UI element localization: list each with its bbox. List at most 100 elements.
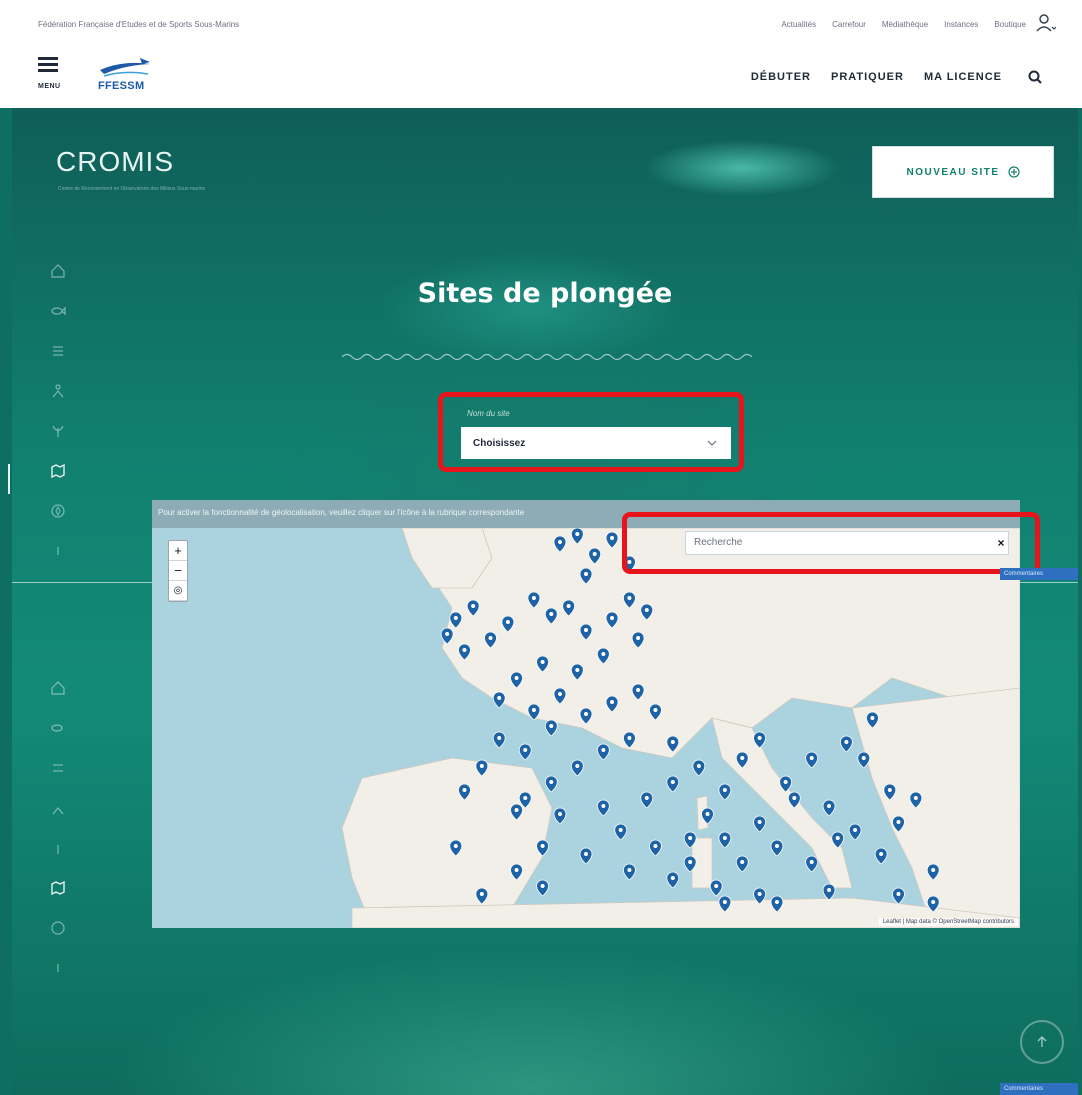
cromis-subtitle: Centre de Recensement en Observatoire de… [58,186,206,192]
diver-icon[interactable] [50,800,66,816]
site-marker-dot [514,808,519,812]
zoom-in-button[interactable]: + [169,541,187,561]
menu-bar [38,57,58,60]
wave-divider-icon [342,353,752,361]
site-marker-dot [540,844,545,848]
site-marker-dot [584,628,588,632]
new-site-label: NOUVEAU SITE [906,166,1000,178]
site-marker-dot [523,748,528,752]
zoom-out-button[interactable]: − [169,561,187,581]
site-marker-dot [575,532,580,536]
nav-debuter[interactable]: DÉBUTER [751,71,811,83]
map-search-input[interactable]: Recherche [685,531,1009,555]
hero-section: CROMIS Centre de Recensement en Observat… [8,108,1078,1095]
compass-icon[interactable] [50,503,66,519]
back-to-top-button[interactable] [1020,1020,1064,1064]
search-icon[interactable] [1028,70,1042,84]
site-marker-dot [627,868,632,872]
plant-icon[interactable] [50,423,66,439]
site-marker-dot [714,884,719,888]
diver-icon[interactable] [50,383,66,399]
site-marker-dot [557,812,562,816]
site-marker-dot [479,892,484,896]
site-marker-dot [549,780,554,784]
site-marker-dot [531,708,536,712]
site-marker-dot [575,668,580,672]
site-marker-dot [531,596,536,600]
plant-icon[interactable] [50,840,66,856]
site-marker-dot [479,764,484,768]
feedback-tab-lower[interactable]: Commentaires [1000,1083,1078,1095]
site-marker-dot [644,608,649,612]
ffessm-logo-icon[interactable] [96,52,156,100]
list-icon[interactable] [50,343,66,359]
site-marker-dot [557,692,562,696]
user-account-icon[interactable] [1036,14,1056,32]
site-marker-dot [870,716,875,720]
menu-bar [38,63,58,66]
fish-icon[interactable] [50,303,66,319]
site-marker-dot [497,736,502,740]
federation-name: Fédération Française d'Etudes et de Spor… [38,20,240,29]
side-rail-lower [50,680,72,1000]
info-icon[interactable] [50,960,66,976]
utility-link-boutique[interactable]: Boutique [994,20,1026,29]
site-marker-dot [592,552,597,556]
site-marker-dot [601,804,606,808]
site-marker-dot [879,852,884,856]
arrow-up-icon [1037,1036,1047,1047]
nav-ma-licence[interactable]: MA LICENCE [924,71,1002,83]
site-marker-dot [627,736,632,740]
site-marker-dot [861,756,866,760]
side-rail [50,263,72,583]
zoom-control: + − ◎ [168,540,188,602]
list-icon[interactable] [50,760,66,776]
map-icon[interactable] [50,463,66,479]
site-marker-dot [688,836,693,840]
feedback-tab[interactable]: Commentaires [1000,568,1078,580]
home-icon[interactable] [50,263,66,279]
utility-link-mediatheque[interactable]: Médiathèque [882,20,928,29]
map-icon[interactable] [50,880,66,896]
site-marker-dot [549,612,554,616]
site-marker-dot [809,756,814,760]
utility-link-instances[interactable]: Instances [944,20,978,29]
site-marker-dot [774,900,779,904]
new-site-button[interactable]: NOUVEAU SITE [872,146,1054,198]
site-marker-dot [505,620,510,624]
site-marker-dot [601,652,606,656]
site-marker-dot [566,604,571,608]
site-marker-dot [670,740,675,744]
site-marker-dot [636,688,641,692]
utility-link-actualites[interactable]: Actualités [781,20,816,29]
site-marker-dot [827,804,832,808]
map-attribution: Leaflet | Map data © OpenStreetMap contr… [878,918,1018,926]
utility-link-carrefour[interactable]: Carrefour [832,20,866,29]
map-canvas[interactable] [152,528,1020,928]
site-select-dropdown[interactable]: Choisissez [461,427,731,459]
site-marker-dot [610,536,615,540]
site-marker-dot [584,712,588,716]
site-marker-dot [514,868,519,872]
info-icon[interactable] [50,543,66,559]
clear-search-button[interactable]: × [991,531,1011,555]
home-icon[interactable] [50,680,66,696]
site-marker-dot [618,828,623,832]
site-select-value: Choisissez [473,437,526,449]
nav-pratiquer[interactable]: PRATIQUER [831,71,904,83]
site-marker-dot [636,636,641,640]
site-marker-dot [913,796,918,800]
site-marker-dot [835,836,840,840]
site-marker-dot [757,892,762,896]
site-marker-dot [540,660,545,664]
cromis-brand: CROMIS [56,146,174,178]
site-marker-dot [453,844,458,848]
site-marker-dot [653,844,658,848]
fish-icon[interactable] [50,720,66,736]
menu-button[interactable]: MENU [38,54,62,98]
locate-icon[interactable]: ◎ [169,581,187,601]
rail-active-indicator [8,464,10,494]
site-marker-dot [514,676,519,680]
compass-icon[interactable] [50,920,66,936]
site-marker-dot [722,836,727,840]
